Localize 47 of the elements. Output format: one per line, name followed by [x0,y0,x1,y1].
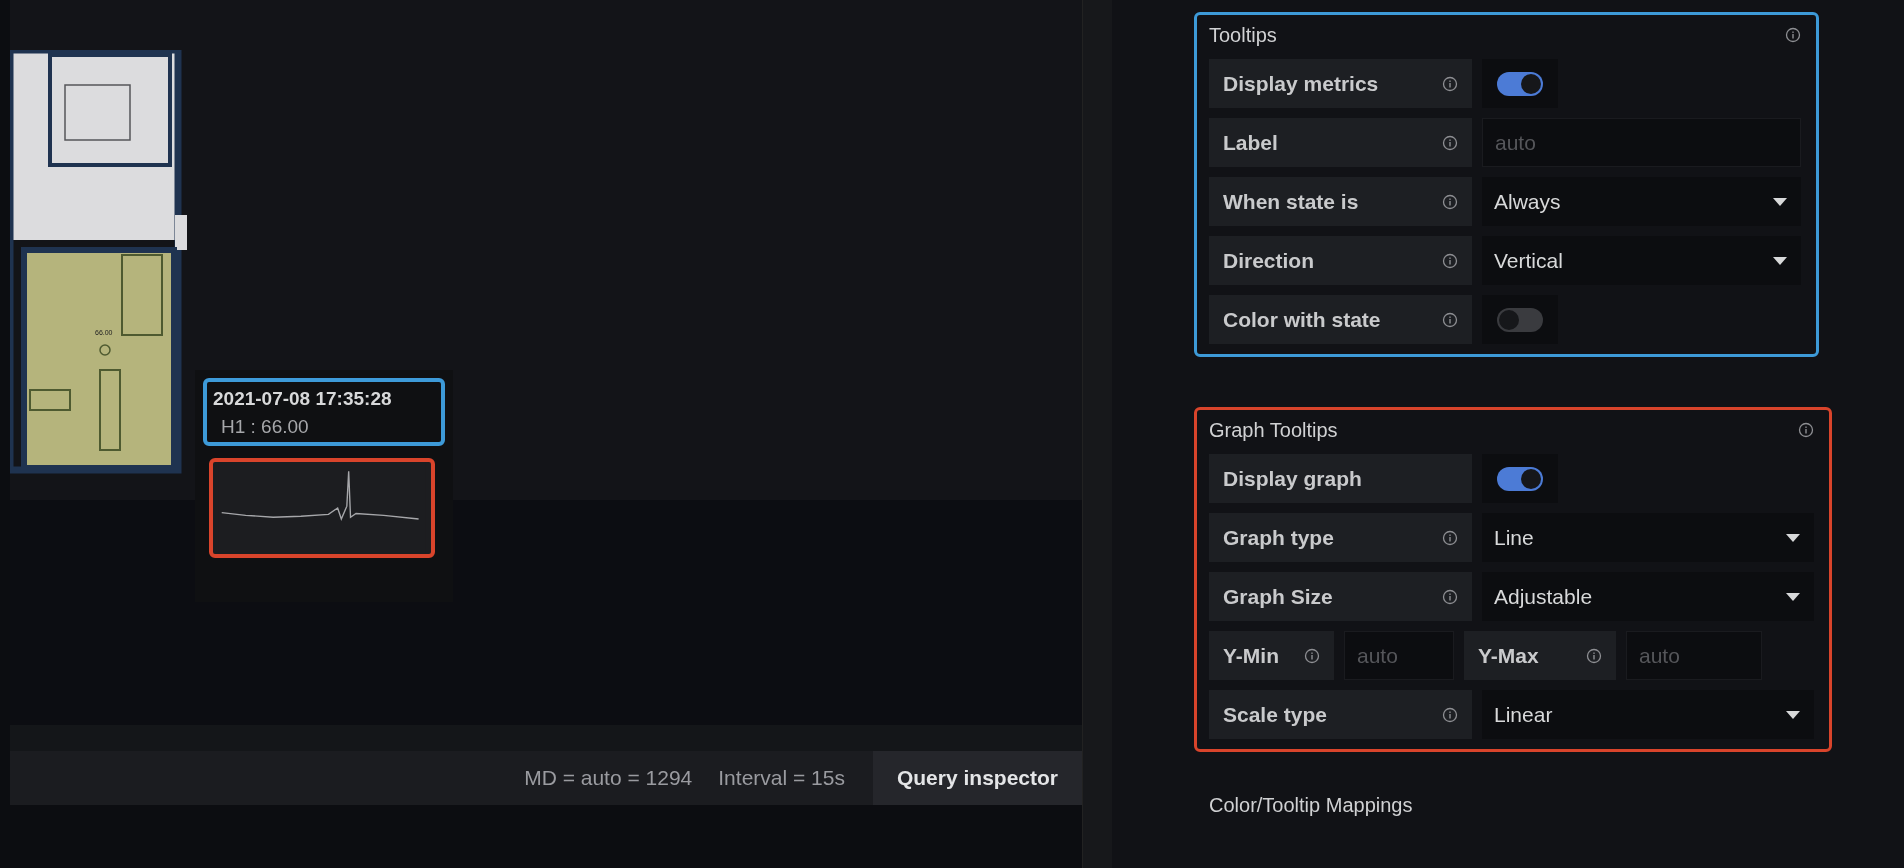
field-label: Scale type [1209,690,1472,739]
query-inspector-button[interactable]: Query inspector [872,751,1082,805]
field-label: Graph Size [1209,572,1472,621]
info-icon [1442,134,1458,151]
toggle-switch[interactable] [1497,466,1543,491]
info-icon [1442,588,1458,605]
tooltip-metric: H1 : 66.00 [220,416,310,438]
caret-icon [1786,533,1800,542]
field-label: Color with state [1209,295,1472,344]
toggle-switch[interactable] [1497,71,1543,96]
info-icon [1798,422,1814,438]
info-icon [1442,706,1458,723]
select-dropdown[interactable]: Linear [1482,690,1814,739]
section-title: Tooltips [1209,23,1277,47]
info-icon [1586,647,1602,664]
info-icon [1442,193,1458,210]
field-label: Graph type [1209,513,1472,562]
field-label: Y-Min [1209,631,1334,680]
caret-icon [1786,710,1800,719]
select-dropdown[interactable]: Always [1482,177,1801,226]
info-icon [1442,252,1458,269]
field-label: Label [1209,118,1472,167]
caret-icon [1773,197,1787,206]
caret-icon [1786,592,1800,601]
select-dropdown[interactable]: Adjustable [1482,572,1814,621]
toggle-switch[interactable] [1497,307,1543,332]
info-icon [1785,27,1801,43]
section-title: Graph Tooltips [1209,418,1338,442]
field-label: When state is [1209,177,1472,226]
max-data-points: MD = auto = 1294 [524,766,693,790]
caret-icon [1773,256,1787,265]
info-icon [1442,311,1458,328]
section-title: Color/Tooltip Mappings [1209,793,1413,817]
field-label: Display graph [1209,454,1472,503]
field-label: Display metrics [1209,59,1472,108]
select-dropdown[interactable]: Line [1482,513,1814,562]
tooltip-time: 2021-07-08 17:35:28 [213,388,393,410]
field-label: Y-Max [1464,631,1616,680]
text-field[interactable]: auto [1482,118,1801,167]
text-field[interactable]: auto [1344,631,1454,680]
info-icon [1442,529,1458,546]
info-icon [1304,647,1320,664]
interval: Interval = 15s [718,766,845,790]
field-label: Direction [1209,236,1472,285]
text-field[interactable]: auto [1626,631,1762,680]
select-dropdown[interactable]: Vertical [1482,236,1801,285]
info-icon [1442,75,1458,92]
